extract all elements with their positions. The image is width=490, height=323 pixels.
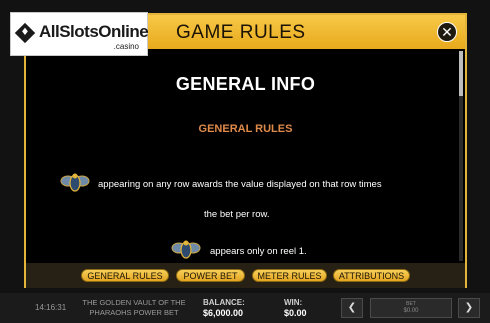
- rule-text-line-2: the bet per row.: [204, 209, 270, 220]
- logo-brand: AllSlotsOnline: [39, 22, 149, 41]
- clock: 14:16:31: [35, 303, 67, 312]
- section-heading: GENERAL INFO: [175, 74, 316, 94]
- scroll-thumb[interactable]: [459, 51, 463, 96]
- content-scrollbar[interactable]: [459, 51, 463, 261]
- game-title: THE GOLDEN VAULT OF THE PHARAOHS POWER B…: [82, 298, 186, 317]
- logo-sub: .casino: [113, 42, 139, 51]
- site-logo: ♦ AllSlotsOnline .casino: [10, 12, 149, 56]
- bet-label: BET: [406, 301, 416, 307]
- chevron-right-icon: ❯: [464, 302, 474, 313]
- rule-text-line-1: appearing on any row awards the value di…: [98, 179, 382, 190]
- tab-attributions[interactable]: ATTRIBUTIONS: [333, 269, 410, 282]
- diamond-icon: ♦: [20, 27, 30, 38]
- win-value: $0.00: [284, 308, 307, 318]
- bet-increase-button[interactable]: ❯: [458, 298, 480, 318]
- modal-title: GAME RULES: [176, 22, 306, 43]
- close-icon: ✕: [441, 25, 453, 41]
- game-status-bar: 14:16:31 THE GOLDEN VAULT OF THE PHARAOH…: [0, 293, 490, 323]
- rules-tab-bar: GENERAL RULES POWER BET METER RULES ATTR…: [26, 263, 465, 288]
- close-button[interactable]: ✕: [437, 22, 457, 42]
- tab-general-rules[interactable]: GENERAL RULES: [81, 269, 169, 282]
- bet-value: $0.00: [403, 308, 419, 314]
- rules-content: GENERAL INFO GENERAL RULES appearing on …: [26, 49, 465, 261]
- scarab-icon: [60, 173, 90, 192]
- game-stage: GAME RULES ✕ GENERAL INFO GENERAL RULES …: [0, 0, 490, 323]
- bet-display: BET $0.00: [370, 298, 452, 318]
- scarab-icon: [171, 240, 201, 259]
- bet-decrease-button[interactable]: ❮: [341, 298, 363, 318]
- tab-power-bet[interactable]: POWER BET: [176, 269, 245, 282]
- section-subheading: GENERAL RULES: [198, 123, 293, 135]
- balance-value: $6,000.00: [203, 308, 244, 318]
- tab-meter-rules[interactable]: METER RULES: [252, 269, 327, 282]
- chevron-left-icon: ❮: [347, 302, 357, 313]
- win-label: WIN:: [284, 298, 303, 307]
- rule-text-reel: appears only on reel 1.: [210, 246, 307, 257]
- balance-label: BALANCE:: [203, 298, 245, 307]
